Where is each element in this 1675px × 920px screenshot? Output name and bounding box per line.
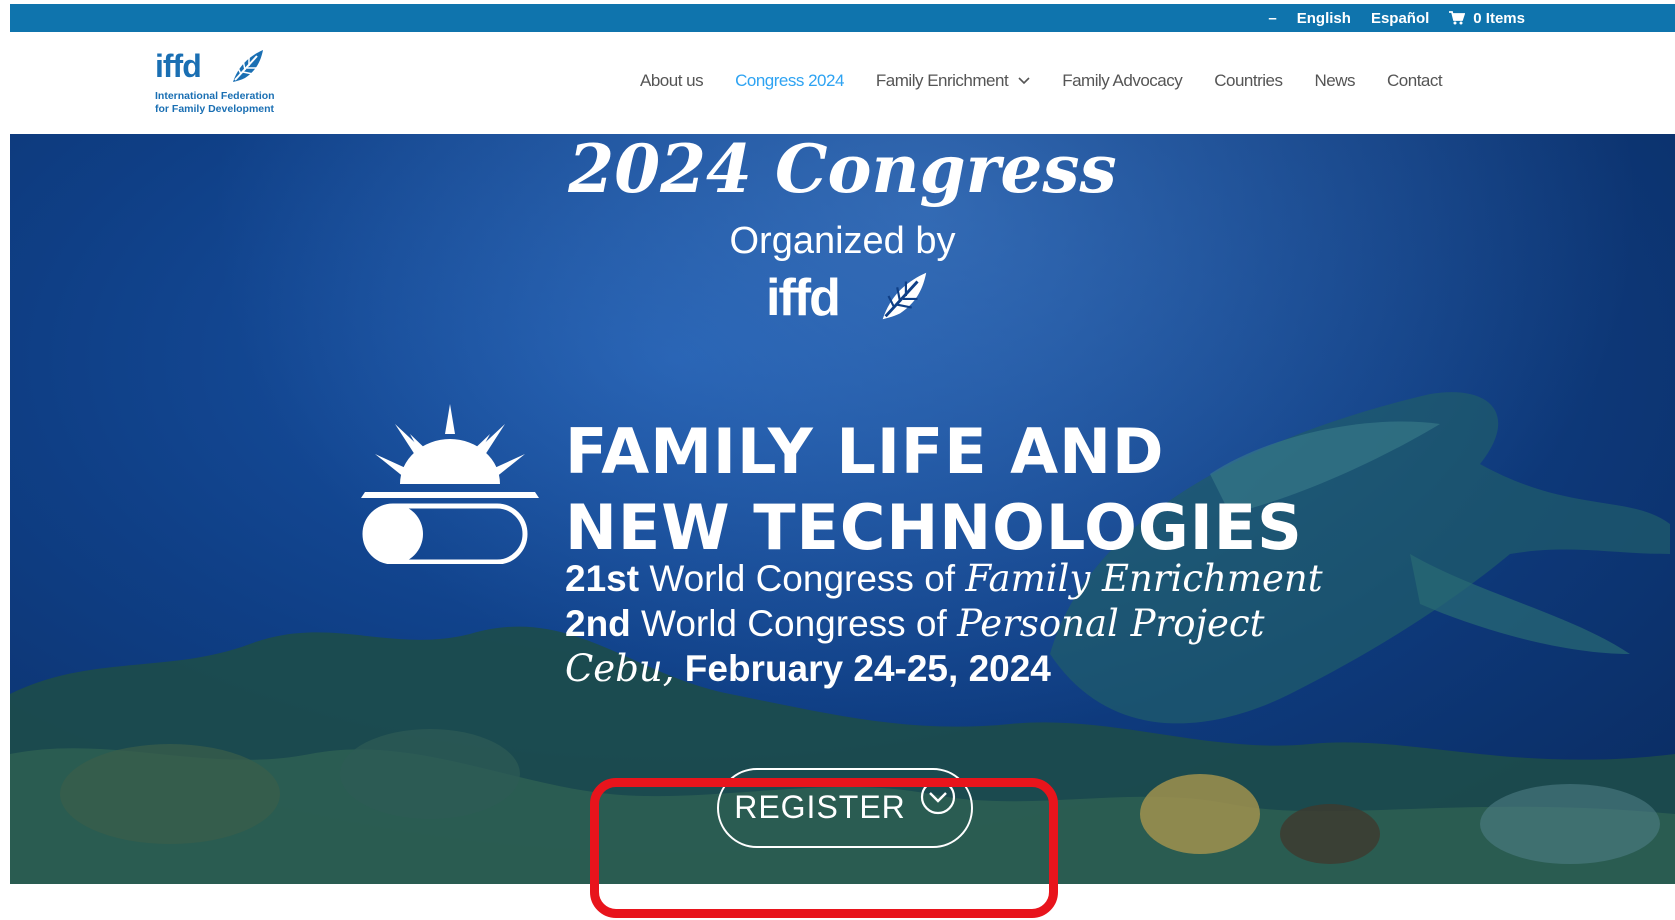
ordinal-21st: 21st xyxy=(565,558,640,599)
register-highlight-annotation xyxy=(590,778,1058,918)
organized-by-label: Organized by xyxy=(729,220,956,262)
cart-count-label: 0 Items xyxy=(1473,9,1525,27)
nav-item-family-advocacy[interactable]: Family Advocacy xyxy=(1062,71,1183,91)
leaf-icon xyxy=(233,50,263,82)
ordinal-2nd: 2nd xyxy=(565,603,631,644)
top-bar-links: – English Español 0 Items xyxy=(1268,4,1525,32)
cart-link[interactable]: 0 Items xyxy=(1449,10,1525,27)
nav-item-family-enrichment[interactable]: Family Enrichment xyxy=(876,71,1030,91)
subtitle-line-family-enrichment: 21st World Congress of Family Enrichment xyxy=(565,556,1323,601)
main-nav: About us Congress 2024 Family Enrichment… xyxy=(640,67,1443,95)
hero-heading-line2: NEW TECHNOLOGIES xyxy=(565,491,1303,564)
sun-toggle-emblem xyxy=(361,404,539,564)
top-bar: – English Español 0 Items xyxy=(10,4,1675,32)
site-header: iffd International Federation for Family… xyxy=(10,32,1675,134)
hero-title: 2024 Congress xyxy=(568,134,1117,208)
language-spanish-link[interactable]: Español xyxy=(1371,10,1429,27)
site-logo[interactable]: iffd International Federation for Family… xyxy=(155,48,295,118)
hero-logo-wordmark: iffd xyxy=(766,269,841,327)
logo-subtitle-line1: International Federation xyxy=(155,90,275,102)
language-english-link[interactable]: English xyxy=(1297,10,1351,27)
hero-banner: 2024 Congress Organized by iffd FAMILY L… xyxy=(10,134,1675,884)
hero-iffd-logo: iffd xyxy=(766,268,946,332)
hero-heading: FAMILY LIFE AND NEW TECHNOLOGIES xyxy=(565,414,1303,566)
top-bar-separator: – xyxy=(1268,9,1277,27)
hero-subtitles: 21st World Congress of Family Enrichment… xyxy=(565,556,1323,691)
logo-wordmark: iffd xyxy=(155,48,202,84)
subtitle-line-location-date: Cebu, February 24-25, 2024 xyxy=(565,646,1323,691)
subtitle-text: World Congress of xyxy=(630,603,958,644)
nav-item-news[interactable]: News xyxy=(1315,71,1356,91)
hero-heading-line1: FAMILY LIFE AND xyxy=(565,415,1165,488)
subtitle-italic: Personal Project xyxy=(957,602,1265,645)
nav-item-congress-2024[interactable]: Congress 2024 xyxy=(735,71,844,91)
location-city: Cebu, xyxy=(565,647,675,690)
nav-item-contact[interactable]: Contact xyxy=(1387,71,1443,91)
subtitle-line-personal-project: 2nd World Congress of Personal Project xyxy=(565,601,1323,646)
nav-item-countries[interactable]: Countries xyxy=(1214,71,1283,91)
logo-subtitle: International Federation for Family Deve… xyxy=(155,90,275,116)
event-dates: February 24-25, 2024 xyxy=(674,648,1051,689)
subtitle-text: World Congress of xyxy=(639,558,966,599)
leaf-icon xyxy=(882,272,927,320)
chevron-down-icon xyxy=(1018,77,1030,85)
subtitle-italic: Family Enrichment xyxy=(965,557,1323,600)
nav-item-family-enrichment-label: Family Enrichment xyxy=(875,71,1009,90)
logo-subtitle-line2: for Family Development xyxy=(155,103,275,115)
nav-item-about-us[interactable]: About us xyxy=(640,71,704,91)
shopping-cart-icon xyxy=(1449,11,1466,25)
